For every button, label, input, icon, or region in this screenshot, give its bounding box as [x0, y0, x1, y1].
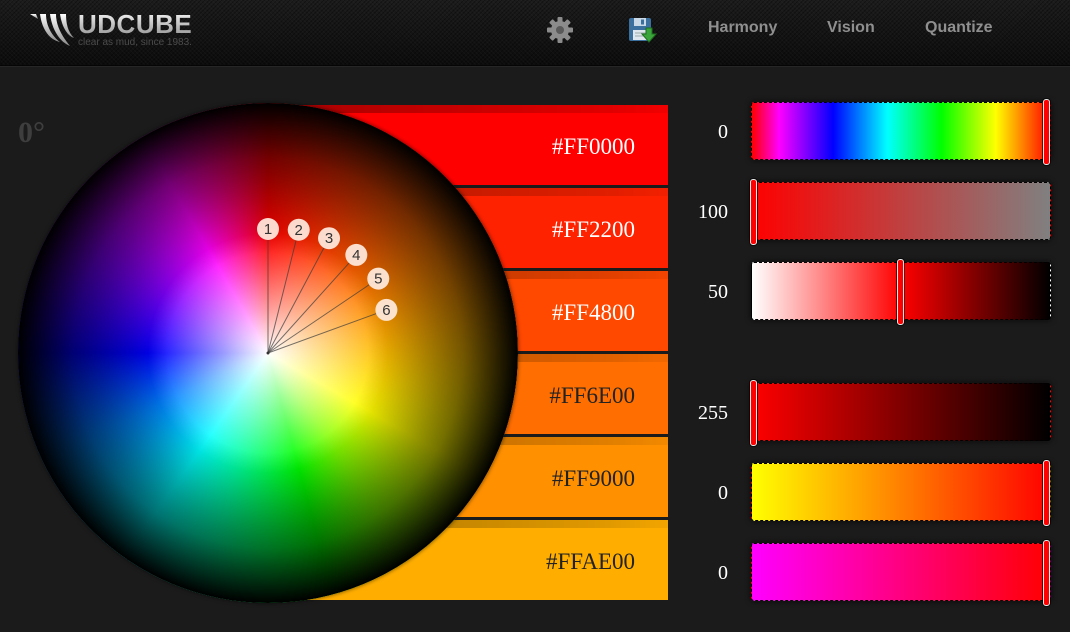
harmony-marker-label: 4: [352, 247, 360, 264]
slider-track[interactable]: [750, 179, 1051, 245]
slider-saturation: 100: [680, 179, 1070, 245]
nav-harmony[interactable]: Harmony: [708, 19, 777, 37]
swatch-hex: #FF4800: [551, 300, 635, 325]
harmony-marker-label: 5: [374, 271, 382, 288]
slider-handle[interactable]: [896, 259, 904, 325]
swatch-hex: #FF2200: [551, 217, 635, 242]
swatch-hex: #FF0000: [551, 134, 635, 159]
harmony-marker-label: 2: [295, 222, 303, 239]
gear-icon[interactable]: [545, 15, 575, 45]
harmony-markers: 1 2 3 456: [257, 218, 398, 355]
swatch-hex: #FF9000: [551, 466, 635, 491]
nav-vision[interactable]: Vision: [827, 19, 875, 37]
slider-value: 255: [698, 402, 728, 424]
slider-handle[interactable]: [1043, 540, 1050, 606]
slider-track[interactable]: [751, 259, 1051, 325]
slider-value: 0: [718, 562, 728, 584]
slider-hue: 0: [680, 99, 1070, 165]
mudcube-logo[interactable]: UDCUBE clear as mud, since 1983.: [30, 9, 210, 50]
slider-track[interactable]: [751, 540, 1051, 606]
slider-value: 100: [698, 201, 728, 223]
slider-handle[interactable]: [750, 380, 757, 446]
swatch-hex: #FF6E00: [549, 383, 635, 408]
harmony-marker-label: 1: [264, 221, 272, 238]
slider-handle[interactable]: [1043, 460, 1050, 526]
slider-value: 0: [718, 121, 728, 143]
marker-line: [267, 229, 300, 354]
harmony-marker-label: 6: [382, 302, 390, 319]
slider-red: 255: [680, 380, 1070, 446]
slider-handle[interactable]: [1043, 99, 1050, 165]
harmony-marker-label: 3: [325, 230, 333, 247]
slider-blue: 0: [680, 540, 1070, 606]
marker-line: [267, 309, 387, 354]
slider-track[interactable]: [750, 380, 1051, 446]
wheel-center-dot: [266, 351, 270, 355]
floppy-save-icon[interactable]: [627, 15, 657, 45]
swatch-hex: #FFAE00: [545, 549, 635, 574]
slider-value: 50: [708, 281, 728, 303]
app-header: UDCUBE clear as mud, since 1983. Harmony…: [0, 0, 1070, 66]
slider-value: 0: [718, 482, 728, 504]
logo-wordmark: UDCUBE: [78, 9, 193, 39]
slider-track[interactable]: [751, 460, 1051, 526]
slider-lightness: 50: [680, 259, 1070, 325]
logo-claw-icon: [30, 14, 74, 46]
slider-green: 0: [680, 460, 1070, 526]
slider-track[interactable]: [751, 99, 1051, 165]
logo-tagline: clear as mud, since 1983.: [78, 37, 192, 48]
slider-handle[interactable]: [750, 179, 757, 245]
marker-line: [267, 278, 379, 354]
nav-quantize[interactable]: Quantize: [925, 19, 993, 37]
